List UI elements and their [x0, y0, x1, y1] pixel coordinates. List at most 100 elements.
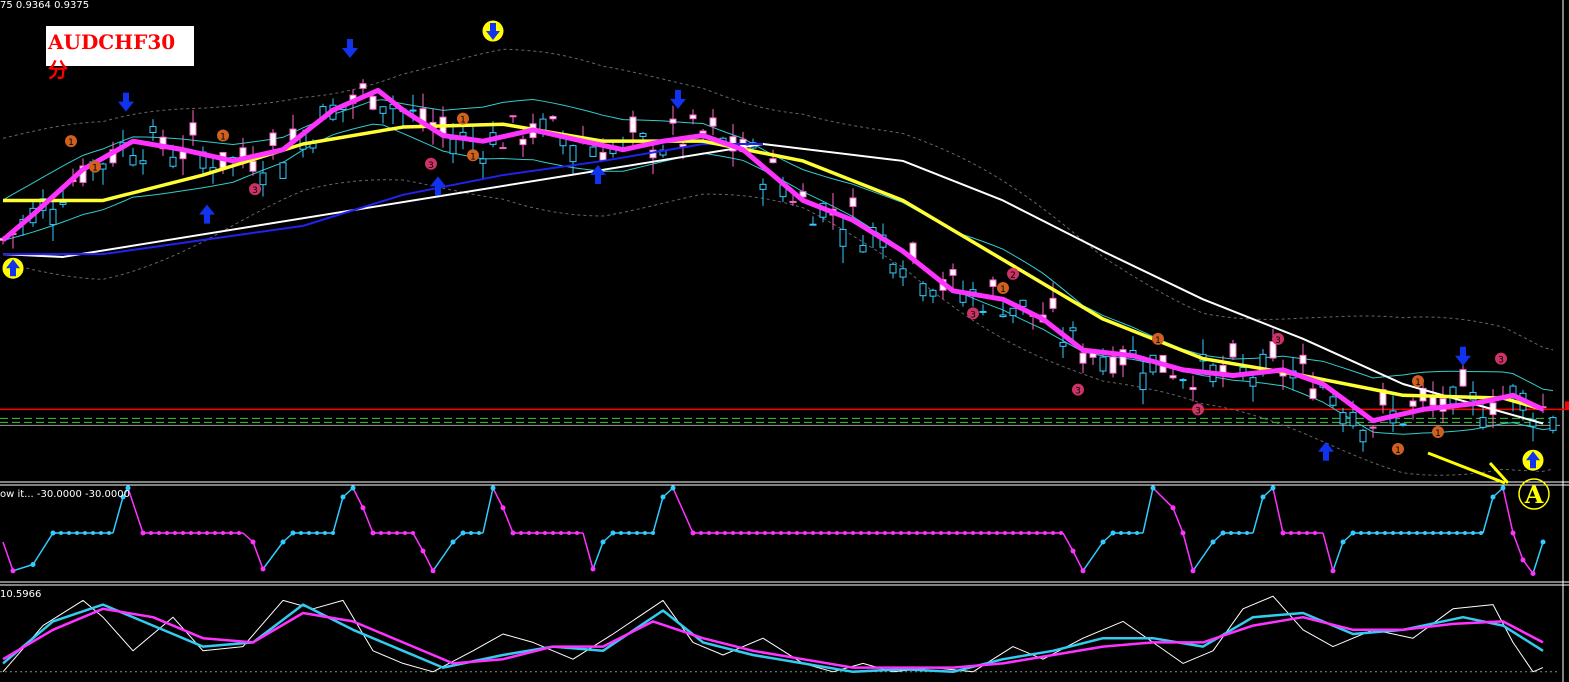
arrow-up-marker	[199, 204, 215, 224]
num-marker: 3	[1072, 383, 1084, 397]
oscillator-segment	[332, 496, 344, 534]
oscillator-dot	[1100, 539, 1106, 545]
oscillator-segment	[1322, 532, 1334, 571]
oscillator-dot	[739, 531, 743, 535]
arrow-up-circle-marker	[1521, 448, 1545, 472]
candle-body	[849, 197, 857, 207]
title-box: AUDCHF30分	[46, 26, 194, 82]
oscillator-dot	[331, 531, 335, 535]
oscillator-dot	[1070, 548, 1076, 554]
ma-line-mid-ma	[3, 122, 1544, 412]
candle-body	[839, 228, 847, 247]
candle-body	[279, 162, 287, 179]
oscillator-dot	[551, 531, 555, 535]
number-badge-label: 3	[1195, 406, 1201, 416]
oscillator-dot	[611, 531, 615, 535]
candle-body	[369, 95, 377, 110]
oscillator-dot	[299, 531, 303, 535]
oscillator-dot	[1150, 485, 1156, 491]
oscillator-dot	[387, 531, 391, 535]
oscillator-dot	[1479, 531, 1483, 535]
oscillator-dot	[1305, 531, 1309, 535]
oscillator-segment	[1192, 541, 1214, 572]
num-marker: 1	[217, 129, 229, 143]
candle-body	[1399, 423, 1407, 426]
candle-body	[599, 151, 607, 161]
price-tag	[1565, 401, 1569, 410]
oscillator-dot	[165, 531, 169, 535]
oscillator-segment	[422, 550, 434, 572]
arrow-up-icon	[1318, 441, 1334, 461]
oscillator-dot	[771, 531, 775, 535]
oscillator-dot	[1111, 531, 1115, 535]
oscillator-segment	[1152, 487, 1174, 509]
candle-body	[509, 115, 517, 118]
number-badge-label: 1	[460, 116, 466, 126]
number-badge-label: 1	[92, 164, 98, 174]
oscillator-dot	[835, 531, 839, 535]
oscillator-dot	[995, 531, 999, 535]
oscillator-segment	[592, 541, 604, 570]
oscillator-segment	[1272, 487, 1284, 534]
candle-body	[1349, 411, 1357, 427]
oscillator-dot	[350, 485, 356, 491]
oscillator-dot	[670, 485, 676, 491]
oscillator-dot	[1059, 531, 1063, 535]
oscillator-dot	[1297, 531, 1301, 535]
oscillator-segment	[252, 541, 264, 570]
candle-body	[979, 310, 987, 313]
candle-body	[1169, 375, 1177, 379]
oscillator-dot	[1423, 531, 1427, 535]
oscillator-dot	[181, 531, 185, 535]
oscillator2-line-main	[2, 603, 1544, 674]
candle-body	[519, 138, 527, 146]
oscillator-dot	[1119, 531, 1123, 535]
oscillator-dot	[1027, 531, 1031, 535]
num-marker: 3	[1495, 352, 1507, 366]
arrow-down-icon	[670, 89, 686, 109]
oscillator-dot	[1281, 531, 1285, 535]
number-badge-label: 3	[252, 186, 258, 196]
oscillator-dot	[500, 505, 506, 511]
oscillator-dot	[575, 531, 579, 535]
oscillator-dot	[83, 531, 87, 535]
oscillator-dot	[315, 531, 319, 535]
oscillator-dot	[979, 531, 983, 535]
arrow-up-icon	[590, 165, 606, 185]
oscillator-dot	[1051, 531, 1055, 535]
arrow-down-circle-marker	[481, 19, 505, 43]
oscillator-dot	[731, 531, 735, 535]
oscillator-dot	[1455, 531, 1459, 535]
oscillator-dot	[1210, 539, 1216, 545]
oscillator-dot	[91, 531, 95, 535]
price-readout: 75 0.9364 0.9375	[0, 0, 90, 11]
oscillator-dot	[1447, 531, 1451, 535]
oscillator-dot	[1351, 531, 1355, 535]
oscillator-dot	[755, 531, 759, 535]
oscillator-segment	[127, 487, 144, 534]
oscillator-dot	[891, 531, 895, 535]
oscillator-dot	[307, 531, 311, 535]
candle-body	[1099, 356, 1107, 372]
candle-body	[1109, 356, 1117, 374]
oscillator-segment	[1502, 487, 1514, 534]
oscillator-dot	[511, 531, 515, 535]
oscillator-dot	[67, 531, 71, 535]
num-marker: 3	[1192, 403, 1204, 416]
candle-body	[169, 156, 177, 167]
oscillator-dot	[1330, 568, 1336, 574]
oscillator-dot	[939, 531, 943, 535]
oscillator-dot	[141, 531, 145, 535]
oscillator-dot	[1431, 531, 1435, 535]
candle-body	[139, 160, 147, 165]
oscillator-dot	[1043, 531, 1047, 535]
number-badge-label: 3	[428, 161, 434, 171]
candle-body	[1329, 396, 1337, 406]
candle-body	[129, 155, 137, 166]
oscillator-dot	[213, 531, 217, 535]
oscillator-dot	[403, 531, 407, 535]
number-badge-label: 1	[1395, 446, 1401, 456]
oscillator-dot	[1463, 531, 1467, 535]
oscillator-segment	[582, 532, 594, 570]
oscillator-segment	[1522, 559, 1534, 574]
